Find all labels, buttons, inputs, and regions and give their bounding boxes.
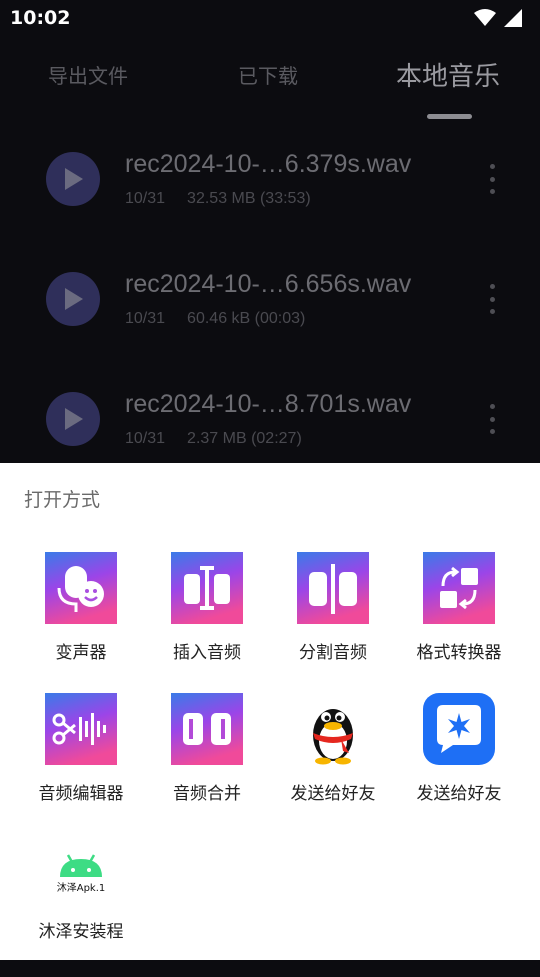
more-options-button[interactable] (484, 404, 500, 434)
file-list-item[interactable]: rec2024-10-…6.656s.wav 10/31 60.46 kB (00… (0, 240, 540, 360)
play-icon (65, 168, 83, 190)
more-options-button[interactable] (484, 164, 500, 194)
app-label: 插入音频 (173, 643, 241, 663)
app-insert-audio[interactable]: 插入音频 (144, 552, 270, 682)
file-meta: 10/31 32.53 MB (33:53) (125, 190, 311, 208)
app-label: 沐泽安装程 (38, 922, 124, 942)
tab-indicator (427, 114, 472, 119)
app-label: 格式转换器 (416, 643, 502, 663)
audio-merge-icon (171, 693, 243, 765)
tab-exported-files[interactable]: 导出文件 (48, 60, 128, 89)
sheet-title: 打开方式 (24, 489, 101, 511)
file-size: 2.37 MB (02:27) (187, 430, 302, 447)
file-name: rec2024-10-…8.701s.wav (125, 390, 412, 418)
app-label: 发送给好友 (290, 784, 376, 804)
app-installer[interactable]: 沐泽Apk.1 沐泽安装程 (18, 847, 144, 977)
app-tim-send[interactable]: 发送给好友 (396, 693, 522, 823)
play-button[interactable] (46, 152, 100, 206)
file-meta: 10/31 60.46 kB (00:03) (125, 310, 305, 328)
audio-editor-icon (45, 693, 117, 765)
app-voice-changer[interactable]: 变声器 (18, 552, 144, 682)
file-size: 32.53 MB (33:53) (187, 190, 311, 207)
file-meta: 10/31 2.37 MB (02:27) (125, 430, 302, 448)
status-time: 10:02 (10, 7, 71, 29)
app-label: 变声器 (55, 643, 107, 663)
format-converter-icon (423, 552, 495, 624)
voice-changer-icon (45, 552, 117, 624)
tim-star-icon (423, 693, 495, 765)
qq-penguin-icon (313, 709, 353, 765)
wifi-icon (474, 9, 496, 26)
signal-icon (504, 9, 522, 27)
play-button[interactable] (46, 392, 100, 446)
open-with-sheet: 打开方式 变声器 插入音频 分割音频 格式转换器 音频编辑器 音频合并 发送给好… (0, 463, 540, 960)
tab-bar: 导出文件 已下载 本地音乐 (0, 50, 540, 120)
file-name: rec2024-10-…6.379s.wav (125, 150, 412, 178)
file-list-item[interactable]: rec2024-10-…6.379s.wav 10/31 32.53 MB (33… (0, 120, 540, 240)
file-date: 10/31 (125, 190, 166, 207)
file-size: 60.46 kB (00:03) (187, 310, 306, 327)
tab-local-music[interactable]: 本地音乐 (396, 56, 500, 93)
android-robot-icon: 沐泽Apk.1 (57, 854, 106, 894)
play-icon (65, 288, 83, 310)
app-qq-send[interactable]: 发送给好友 (270, 693, 396, 823)
play-button[interactable] (46, 272, 100, 326)
status-icons (474, 9, 522, 27)
tab-downloaded[interactable]: 已下载 (238, 60, 298, 89)
app-audio-editor[interactable]: 音频编辑器 (18, 693, 144, 823)
play-icon (65, 408, 83, 430)
more-options-button[interactable] (484, 284, 500, 314)
app-split-audio[interactable]: 分割音频 (270, 552, 396, 682)
insert-audio-icon (171, 552, 243, 624)
app-label: 发送给好友 (416, 784, 502, 804)
app-format-converter[interactable]: 格式转换器 (396, 552, 522, 682)
status-bar: 10:02 (0, 0, 540, 36)
file-date: 10/31 (125, 430, 166, 447)
app-label: 音频编辑器 (38, 784, 124, 804)
app-label: 分割音频 (299, 643, 367, 663)
file-date: 10/31 (125, 310, 166, 327)
installer-icon-text: 沐泽Apk.1 (57, 881, 106, 894)
app-audio-merge[interactable]: 音频合并 (144, 693, 270, 823)
file-name: rec2024-10-…6.656s.wav (125, 270, 412, 298)
app-label: 音频合并 (173, 784, 241, 804)
file-list-item[interactable]: rec2024-10-…8.701s.wav 10/31 2.37 MB (02:… (0, 360, 540, 480)
split-audio-icon (297, 552, 369, 624)
